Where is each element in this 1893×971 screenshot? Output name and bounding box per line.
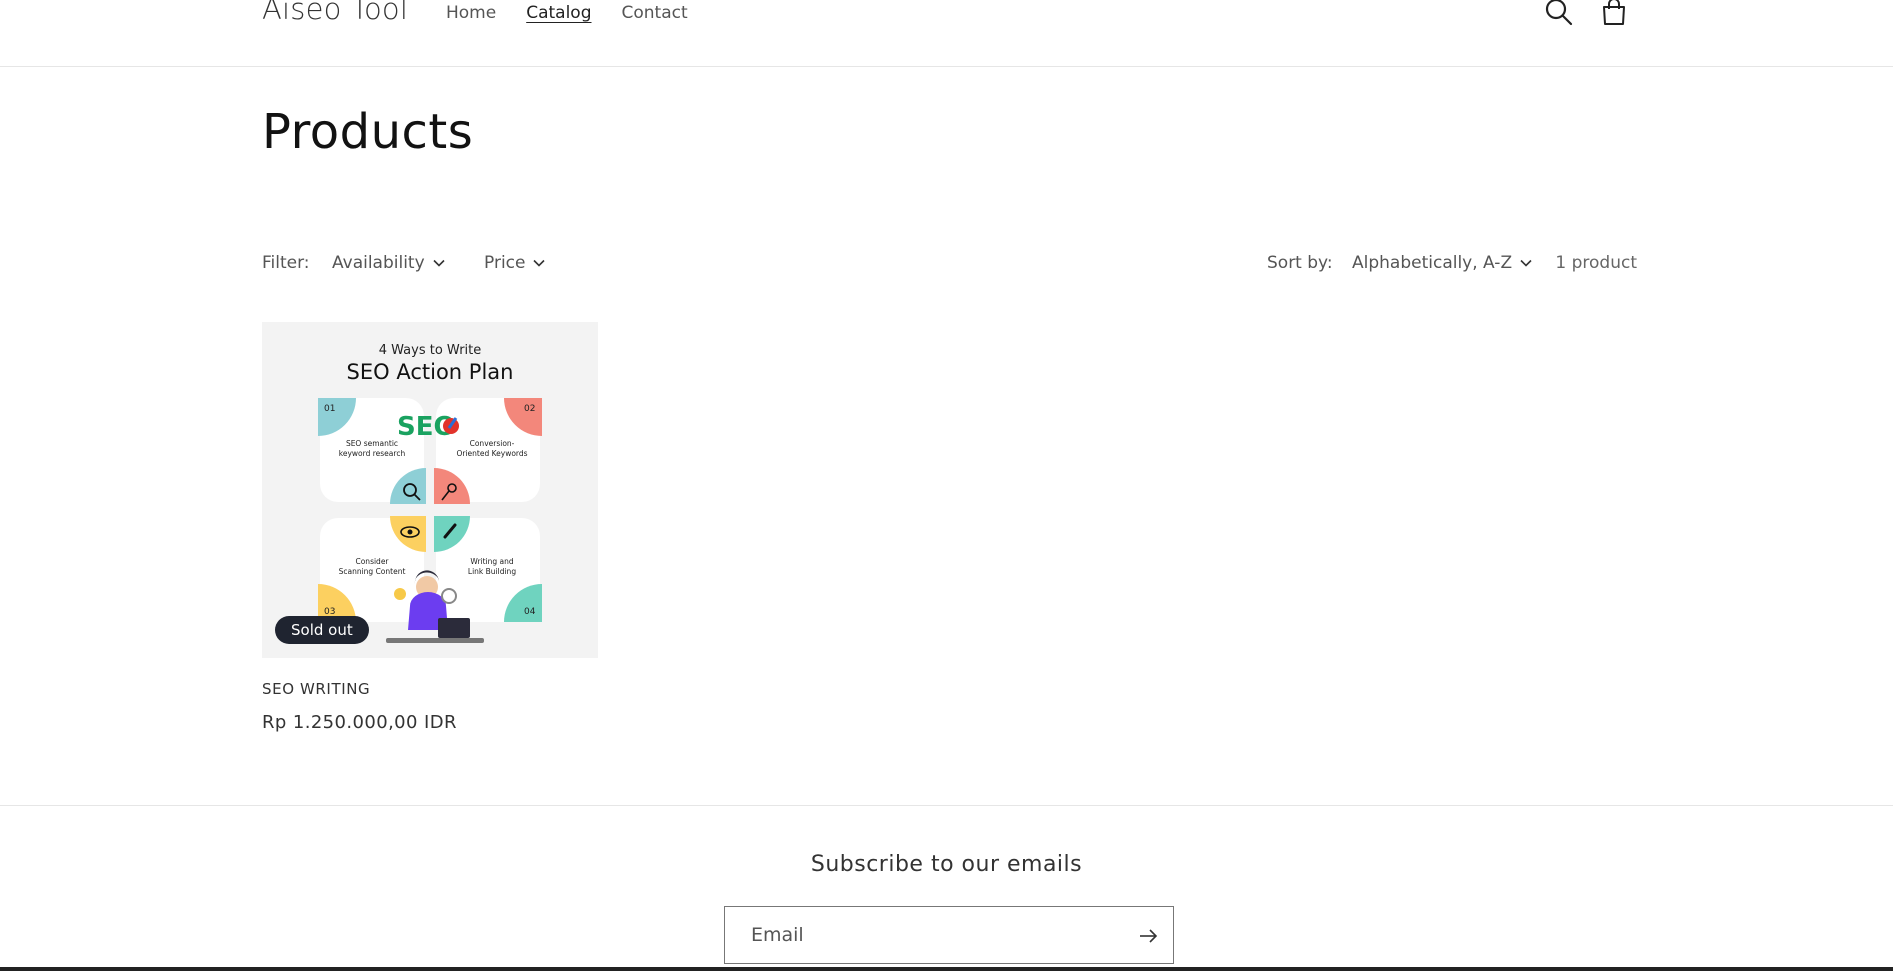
sort-label: Sort by:: [1267, 253, 1333, 273]
price-label: Price: [484, 253, 526, 273]
page-title: Products: [262, 104, 474, 160]
sort-select[interactable]: Alphabetically, A-Z: [1352, 253, 1532, 273]
availability-filter[interactable]: Availability: [332, 253, 445, 273]
price-filter[interactable]: Price: [484, 253, 546, 273]
site-logo[interactable]: Aiseo Tool: [262, 0, 408, 26]
product-card[interactable]: 4 Ways to Write SEO Action Plan 01 02 03…: [262, 322, 598, 733]
art-step-1-line1: SEO semantic: [346, 439, 398, 448]
art-step-2-line2: Oriented Keywords: [456, 449, 527, 458]
newsletter-form: [724, 906, 1174, 964]
art-heading-small: 4 Ways to Write: [379, 343, 482, 358]
cart-icon[interactable]: [1598, 0, 1630, 28]
arrow-right-icon[interactable]: [1137, 925, 1159, 947]
art-step-1-line2: keyword research: [339, 449, 406, 458]
sort-value: Alphabetically, A-Z: [1352, 253, 1513, 273]
chevron-down-icon: [433, 259, 445, 267]
sold-out-badge: Sold out: [275, 616, 369, 644]
subscribe-title: Subscribe to our emails: [810, 852, 1083, 877]
section-divider: [0, 805, 1893, 806]
art-step-4-line1: Writing and: [470, 557, 514, 566]
art-step-4-line2: Link Building: [468, 567, 516, 576]
seo-action-plan-illustration: 4 Ways to Write SEO Action Plan 01 02 03…: [262, 322, 598, 658]
art-step-num-2: 02: [524, 404, 535, 414]
nav-home[interactable]: Home: [446, 3, 496, 23]
chevron-down-icon: [533, 259, 546, 267]
nav-catalog[interactable]: Catalog: [526, 3, 591, 23]
product-count: 1 product: [1555, 253, 1637, 273]
filter-bar: Filter: Availability Price Sort by: Alph…: [262, 253, 1637, 279]
art-step-3-line1: Consider: [355, 557, 389, 566]
product-price: Rp 1.250.000,00 IDR: [262, 712, 457, 733]
availability-label: Availability: [332, 253, 425, 273]
nav-contact[interactable]: Contact: [622, 3, 688, 23]
art-step-num-1: 01: [324, 404, 335, 414]
main-nav: Home Catalog Contact: [446, 3, 688, 23]
art-heading-large: SEO Action Plan: [347, 360, 514, 384]
art-step-2-line1: Conversion-: [470, 439, 515, 448]
product-title[interactable]: SEO WRITING: [262, 680, 598, 698]
email-input[interactable]: [725, 907, 1115, 963]
product-image[interactable]: 4 Ways to Write SEO Action Plan 01 02 03…: [262, 322, 598, 658]
bottom-border: [0, 967, 1893, 971]
chevron-down-icon: [1520, 259, 1532, 267]
art-step-num-4: 04: [524, 607, 536, 617]
site-header: Aiseo Tool Home Catalog Contact: [0, 0, 1893, 67]
filter-label: Filter:: [262, 253, 310, 273]
art-step-3-line2: Scanning Content: [339, 567, 406, 576]
search-icon[interactable]: [1543, 0, 1575, 28]
